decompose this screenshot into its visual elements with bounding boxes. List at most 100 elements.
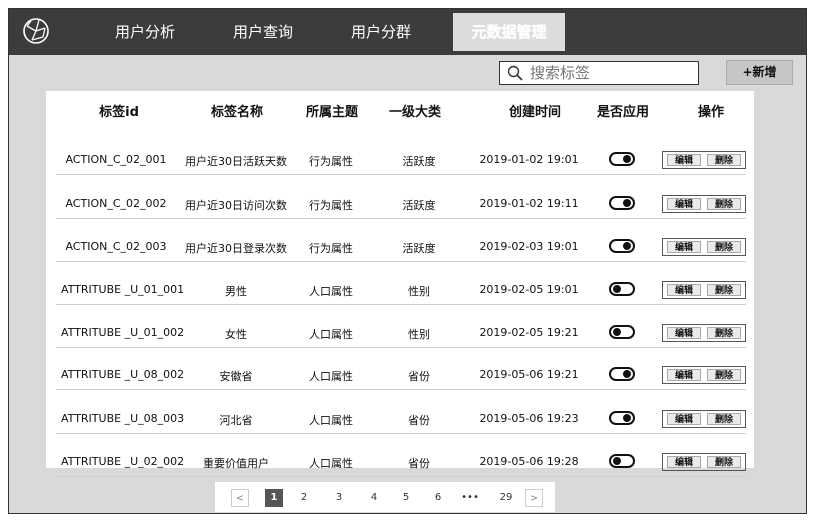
pagination: <1 2 3 4 5 6 ••• 29 > [215,482,555,512]
created-time-cell: 2019-05-06 19:21 [479,368,579,381]
toggle-knob [623,242,631,250]
page-button[interactable]: 4 [365,489,383,507]
category-cell: 省份 [408,370,430,383]
edit-button[interactable]: 编辑 [667,284,701,296]
page-button[interactable]: 3 [330,489,348,507]
page-button[interactable]: 29 [497,489,515,507]
toggle-knob [623,155,631,163]
edit-button[interactable]: 编辑 [667,241,701,253]
edit-button[interactable]: 编辑 [667,369,701,381]
category-cell: 省份 [408,457,430,470]
edit-button[interactable]: 编辑 [667,154,701,166]
applied-toggle[interactable] [609,367,635,381]
delete-button[interactable]: 删除 [707,198,741,210]
topic-cell: 人口属性 [309,370,353,383]
next-page-button[interactable]: > [525,489,543,507]
applied-toggle[interactable] [609,152,635,166]
applied-toggle[interactable] [609,239,635,253]
prev-page-button[interactable]: < [231,489,249,507]
applied-toggle[interactable] [609,411,635,425]
tag-id-cell: ATTRITUBE _U_01_002 [61,326,185,339]
delete-button[interactable]: 删除 [707,284,741,296]
table-row: ACTION_C_02_003 用户近30日登录次数 行为属性 活跃度 2019-02-… [56,218,746,262]
topic-cell: 人口属性 [309,328,353,341]
nav-tab-user-segments[interactable]: 用户分群 [337,9,425,55]
edit-button[interactable]: 编辑 [667,327,701,339]
created-time-cell: 2019-02-03 19:01 [479,240,579,253]
app-window: 用户分析 用户查询 用户分群 元数据管理 +新增 标签id 标签名称 所属主题 … [8,8,807,514]
category-cell: 性别 [408,328,430,341]
tag-name-cell: 用户近30日活跃天数 [185,155,287,168]
delete-button[interactable]: 删除 [707,456,741,468]
toggle-knob [613,328,621,336]
column-header-tag-name: 标签名称 [210,105,263,120]
delete-button[interactable]: 删除 [707,413,741,425]
table-row: ATTRITUBE _U_01_001 男性 人口属性 性别 2019-02-05 19… [56,261,746,305]
pagination-ellipsis: ••• [461,492,479,503]
created-time-cell: 2019-05-06 19:28 [479,455,579,468]
search-input[interactable] [530,63,690,83]
created-time-cell: 2019-01-02 19:11 [479,197,579,210]
column-header-created-time: 创建时间 [508,105,561,120]
column-header-applied: 是否应用 [596,105,649,120]
category-cell: 活跃度 [402,199,436,212]
tag-name-cell: 河北省 [219,414,253,427]
created-time-cell: 2019-02-05 19:01 [479,283,579,296]
page-button[interactable]: 5 [397,489,415,507]
delete-button[interactable]: 删除 [707,154,741,166]
applied-toggle[interactable] [609,282,635,296]
action-buttons: 编辑 删除 [662,151,746,169]
topic-cell: 行为属性 [309,242,353,255]
applied-toggle[interactable] [609,196,635,210]
topic-cell: 人口属性 [309,457,353,470]
action-buttons: 编辑 删除 [662,453,746,471]
tag-id-cell: ACTION_C_02_003 [65,240,167,253]
tag-name-cell: 女性 [225,328,247,341]
topic-cell: 行为属性 [309,155,353,168]
nav-tab-user-query[interactable]: 用户查询 [219,9,307,55]
tag-id-cell: ATTRITUBE _U_02_002 [61,455,185,468]
toggle-knob [623,414,631,422]
tag-id-cell: ATTRITUBE _U_08_003 [61,412,185,425]
page-button[interactable]: 2 [295,489,313,507]
action-buttons: 编辑 删除 [662,238,746,256]
applied-toggle[interactable] [609,325,635,339]
action-buttons: 编辑 删除 [662,366,746,384]
nav-tab-label: 元数据管理 [471,23,547,41]
edit-button[interactable]: 编辑 [667,413,701,425]
created-time-cell: 2019-02-05 19:21 [479,326,579,339]
category-cell: 性别 [408,285,430,298]
tag-id-cell: ATTRITUBE _U_01_001 [61,283,185,296]
page-button[interactable]: 6 [429,489,447,507]
globe-icon[interactable] [22,17,50,45]
table-row: ATTRITUBE _U_08_002 安徽省 人口属性 省份 2019-05-06 1… [56,346,746,390]
tag-id-cell: ACTION_C_02_001 [65,153,167,166]
tag-name-cell: 用户近30日登录次数 [185,242,287,255]
category-cell: 省份 [408,414,430,427]
action-buttons: 编辑 删除 [662,281,746,299]
table-row: ATTRITUBE _U_08_003 河北省 人口属性 省份 2019-05-06 1… [56,390,746,434]
delete-button[interactable]: 删除 [707,241,741,253]
edit-button[interactable]: 编辑 [667,198,701,210]
search-box[interactable] [499,61,699,85]
tag-id-cell: ATTRITUBE _U_08_002 [61,368,185,381]
created-time-cell: 2019-05-06 19:23 [479,412,579,425]
nav-tab-metadata-management[interactable]: 元数据管理 [453,13,565,51]
tag-table: 标签id 标签名称 所属主题 一级大类 创建时间 是否应用 操作 ACTION_… [46,91,754,477]
tag-name-cell: 安徽省 [219,370,253,383]
top-nav-bar: 用户分析 用户查询 用户分群 元数据管理 [9,9,806,55]
topic-cell: 人口属性 [309,414,353,427]
delete-button[interactable]: 删除 [707,369,741,381]
topic-cell: 人口属性 [309,285,353,298]
action-buttons: 编辑 删除 [662,410,746,428]
nav-tab-user-analysis[interactable]: 用户分析 [101,9,189,55]
toggle-knob [623,199,631,207]
add-tag-button[interactable]: +新增 [726,60,793,85]
delete-button[interactable]: 删除 [707,327,741,339]
tag-name-cell: 男性 [225,285,247,298]
applied-toggle[interactable] [609,454,635,468]
edit-button[interactable]: 编辑 [667,456,701,468]
toggle-knob [613,457,621,465]
column-header-topic: 所属主题 [305,105,358,120]
page-button[interactable]: 1 [265,489,283,507]
